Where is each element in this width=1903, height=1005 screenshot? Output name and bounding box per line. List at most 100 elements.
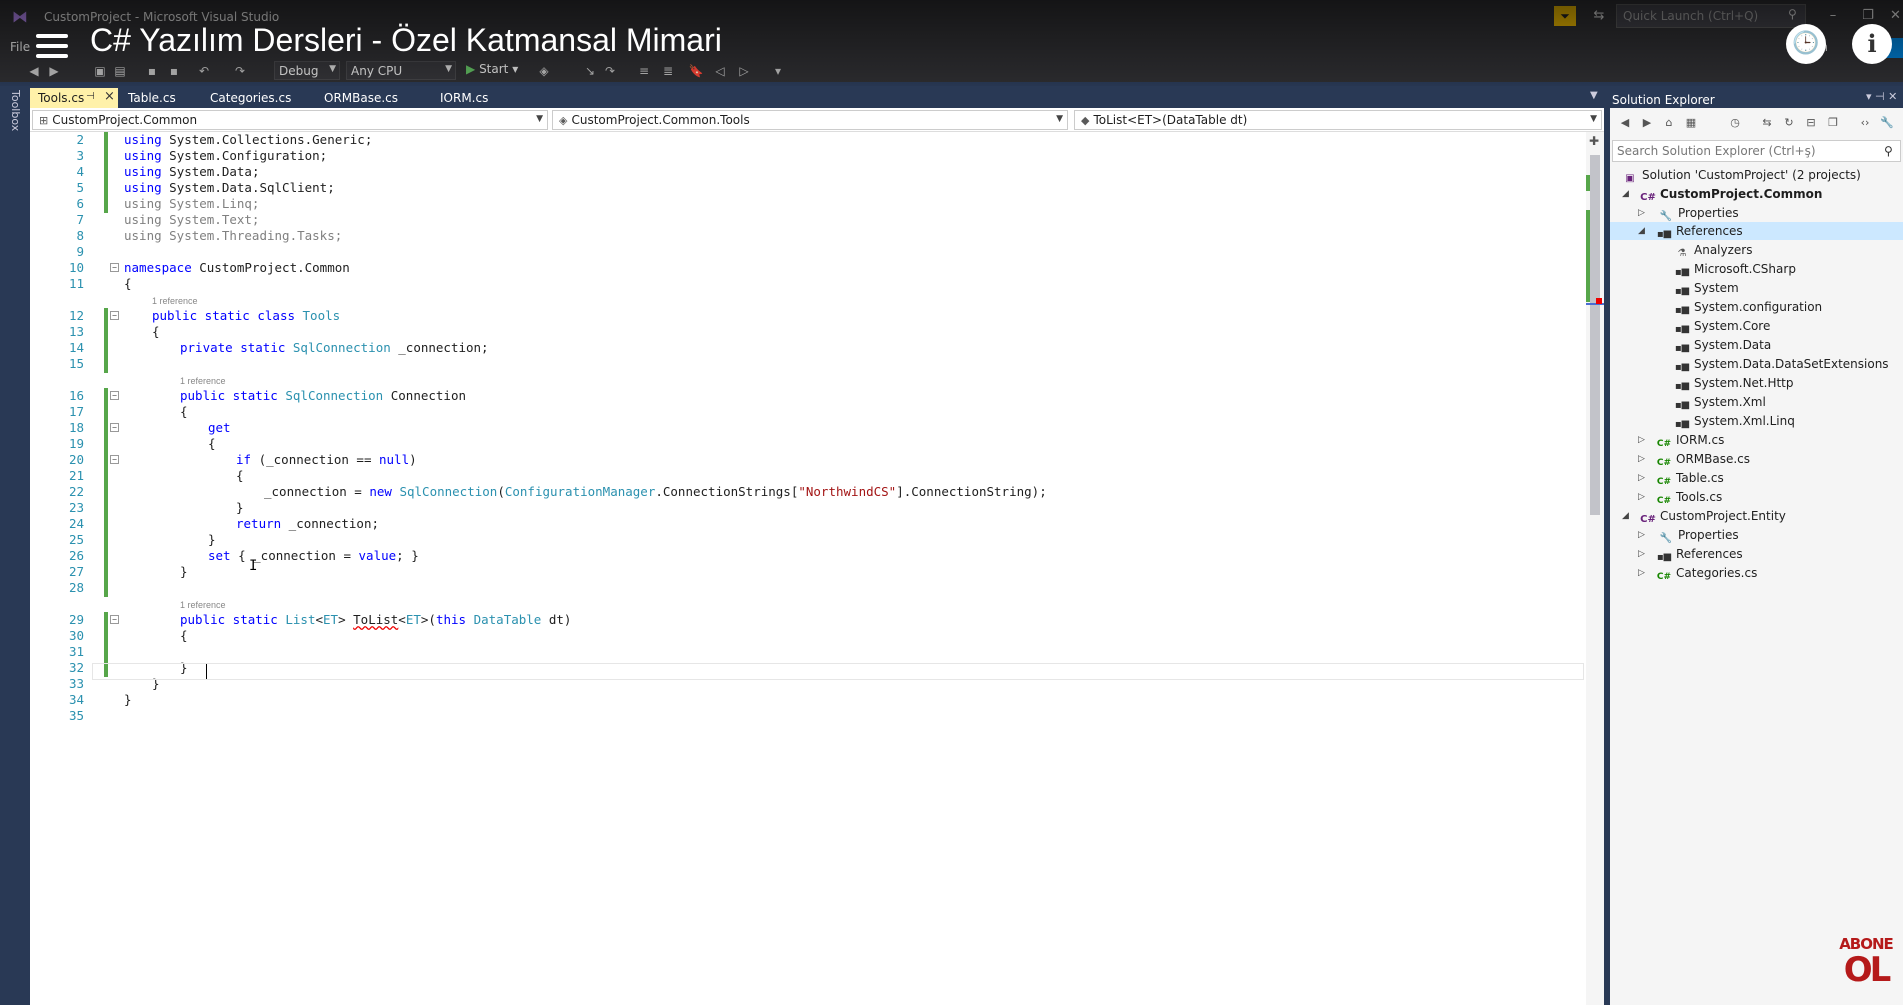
- step-into-icon[interactable]: ↘: [582, 63, 598, 79]
- quick-launch-input[interactable]: Quick Launch (Ctrl+Q): [1616, 4, 1806, 28]
- tree-file-tools[interactable]: C# Tools.cs: [1656, 488, 1722, 506]
- tab-ormbase-cs[interactable]: ORMBase.cs: [316, 88, 406, 108]
- watch-later-clock-icon[interactable]: 🕒: [1786, 24, 1826, 64]
- tree-ref-system-net-http[interactable]: ▪■ System.Net.Http: [1674, 374, 1794, 392]
- restore-button[interactable]: ❐: [1855, 6, 1881, 26]
- pending-changes-icon[interactable]: ◷: [1728, 116, 1742, 130]
- solution-configuration-select[interactable]: Debug ▼: [274, 61, 340, 80]
- forward-icon[interactable]: ▶: [1640, 116, 1654, 130]
- back-icon[interactable]: ◀: [1618, 116, 1632, 130]
- collapse-icon[interactable]: −: [110, 263, 119, 272]
- browser-link-icon[interactable]: ◈: [536, 63, 552, 79]
- split-editor-icon[interactable]: ✚: [1589, 134, 1599, 148]
- tree-ref-system-configuration[interactable]: ▪■ System.configuration: [1674, 298, 1822, 316]
- tree-ref-microsoft-csharp[interactable]: ▪■ Microsoft.CSharp: [1674, 260, 1796, 278]
- expanded-arrow-icon[interactable]: ◢: [1622, 185, 1629, 203]
- expanded-arrow-icon[interactable]: ◢: [1622, 507, 1629, 525]
- tab-table-cs[interactable]: Table.cs: [120, 88, 184, 108]
- member-select[interactable]: ◆ ToList<ET>(DataTable dt) ▼: [1074, 110, 1602, 130]
- tree-ref-system-xml-linq[interactable]: ▪■ System.Xml.Linq: [1674, 412, 1795, 430]
- collapsed-arrow-icon[interactable]: ▷: [1638, 564, 1645, 582]
- tab-tools-cs[interactable]: Tools.cs ⊣ ×: [30, 88, 118, 108]
- menu-file[interactable]: File: [10, 40, 30, 54]
- sync-icon[interactable]: ⇆: [1760, 116, 1774, 130]
- collapse-all-icon[interactable]: ⊟: [1804, 116, 1818, 130]
- tree-entity-properties[interactable]: 🔧 Properties: [1658, 526, 1739, 544]
- collapse-icon[interactable]: −: [110, 615, 119, 624]
- collapsed-arrow-icon[interactable]: ▷: [1638, 526, 1645, 544]
- collapse-icon[interactable]: −: [110, 311, 119, 320]
- tree-entity-references[interactable]: ▪■ References: [1656, 545, 1743, 563]
- new-project-icon[interactable]: ▣: [92, 63, 108, 79]
- code-lens[interactable]: 1 reference: [30, 600, 1586, 612]
- type-select[interactable]: ◈ CustomProject.Common.Tools ▼: [552, 110, 1068, 130]
- code-editor[interactable]: 2 using System.Collections.Generic; 3 usin…: [30, 132, 1586, 1005]
- uncomment-icon[interactable]: ≣: [660, 63, 676, 79]
- tree-solution[interactable]: ▣ Solution 'CustomProject' (2 projects): [1622, 166, 1861, 184]
- next-bookmark-icon[interactable]: ▷: [736, 63, 752, 79]
- minimize-button[interactable]: –: [1820, 6, 1846, 26]
- tab-iorm-cs[interactable]: IORM.cs: [432, 88, 496, 108]
- tree-references-selected[interactable]: [1610, 222, 1903, 240]
- view-code-icon[interactable]: ‹›: [1858, 116, 1872, 130]
- code-lens[interactable]: 1 reference: [30, 296, 1586, 308]
- subscribe-watermark[interactable]: ABONE OL: [1838, 936, 1894, 998]
- tab-list-dropdown-icon[interactable]: ▼: [1590, 90, 1598, 101]
- tree-project-common[interactable]: C# CustomProject.Common: [1640, 185, 1822, 203]
- comment-icon[interactable]: ≡: [636, 63, 652, 79]
- code-lens[interactable]: 1 reference: [30, 376, 1586, 388]
- collapsed-arrow-icon[interactable]: ▷: [1638, 450, 1645, 468]
- tab-categories-cs[interactable]: Categories.cs: [202, 88, 299, 108]
- tree-ref-system[interactable]: ▪■ System: [1674, 279, 1739, 297]
- project-select[interactable]: ⊞ CustomProject.Common ▼: [32, 110, 548, 130]
- undo-icon[interactable]: ↶: [196, 63, 212, 79]
- collapse-icon[interactable]: −: [110, 423, 119, 432]
- video-title[interactable]: C# Yazılım Dersleri - Özel Katmansal Mim…: [90, 22, 722, 59]
- tree-ref-analyzers[interactable]: ⚗ Analyzers: [1674, 241, 1753, 259]
- home-icon[interactable]: ⌂: [1662, 116, 1676, 130]
- tree-file-table[interactable]: C# Table.cs: [1656, 469, 1724, 487]
- hamburger-menu-icon[interactable]: [36, 34, 68, 60]
- tree-references[interactable]: ▪■ References: [1656, 222, 1743, 240]
- tree-ref-system-data[interactable]: ▪■ System.Data: [1674, 336, 1771, 354]
- notification-filter-icon[interactable]: ⏷: [1554, 6, 1576, 26]
- pin-icon[interactable]: ⊣: [86, 91, 95, 102]
- collapse-icon[interactable]: −: [110, 391, 119, 400]
- bookmark-icon[interactable]: 🔖: [688, 63, 704, 79]
- prev-bookmark-icon[interactable]: ◁: [712, 63, 728, 79]
- collapse-icon[interactable]: −: [110, 455, 119, 464]
- properties-wrench-icon[interactable]: 🔧: [1880, 116, 1894, 130]
- scrollbar-thumb[interactable]: [1590, 155, 1600, 515]
- save-icon[interactable]: ▪: [144, 63, 160, 79]
- redo-icon[interactable]: ↷: [232, 63, 248, 79]
- info-icon[interactable]: i: [1852, 24, 1892, 64]
- close-icon[interactable]: ×: [104, 89, 115, 104]
- switch-views-icon[interactable]: ▦: [1684, 116, 1698, 130]
- toolbar-overflow-icon[interactable]: ▾: [770, 63, 786, 79]
- tree-ref-system-xml[interactable]: ▪■ System.Xml: [1674, 393, 1766, 411]
- forward-navigation-icon[interactable]: ▶: [46, 63, 62, 79]
- tree-file-iorm[interactable]: C# IORM.cs: [1656, 431, 1724, 449]
- show-all-files-icon[interactable]: ❐: [1826, 116, 1840, 130]
- start-debugging-button[interactable]: ▶ Start ▾: [466, 62, 518, 76]
- panel-options-icon[interactable]: ▾ ⊣ ✕: [1866, 90, 1897, 103]
- tree-project-entity[interactable]: C# CustomProject.Entity: [1640, 507, 1786, 525]
- tree-ref-system-core[interactable]: ▪■ System.Core: [1674, 317, 1770, 335]
- tree-file-categories[interactable]: C# Categories.cs: [1656, 564, 1757, 582]
- tree-file-ormbase[interactable]: C# ORMBase.cs: [1656, 450, 1750, 468]
- close-window-button[interactable]: ✕: [1888, 6, 1903, 26]
- refresh-icon[interactable]: ↻: [1782, 116, 1796, 130]
- solution-platform-select[interactable]: Any CPU ▼: [346, 61, 456, 80]
- collapsed-arrow-icon[interactable]: ▷: [1638, 545, 1645, 563]
- solution-search-input[interactable]: Search Solution Explorer (Ctrl+ş): [1612, 140, 1901, 162]
- collapsed-arrow-icon[interactable]: ▷: [1638, 204, 1645, 222]
- collapsed-arrow-icon[interactable]: ▷: [1638, 469, 1645, 487]
- step-over-icon[interactable]: ↷: [602, 63, 618, 79]
- open-file-icon[interactable]: ▤: [112, 63, 128, 79]
- toolbox-tab[interactable]: Toolbox: [6, 90, 22, 150]
- tree-properties[interactable]: 🔧 Properties: [1658, 204, 1739, 222]
- collapsed-arrow-icon[interactable]: ▷: [1638, 431, 1645, 449]
- feedback-icon[interactable]: ⇆: [1590, 6, 1608, 26]
- save-all-icon[interactable]: ▪: [166, 63, 182, 79]
- expanded-arrow-icon[interactable]: ◢: [1638, 222, 1645, 240]
